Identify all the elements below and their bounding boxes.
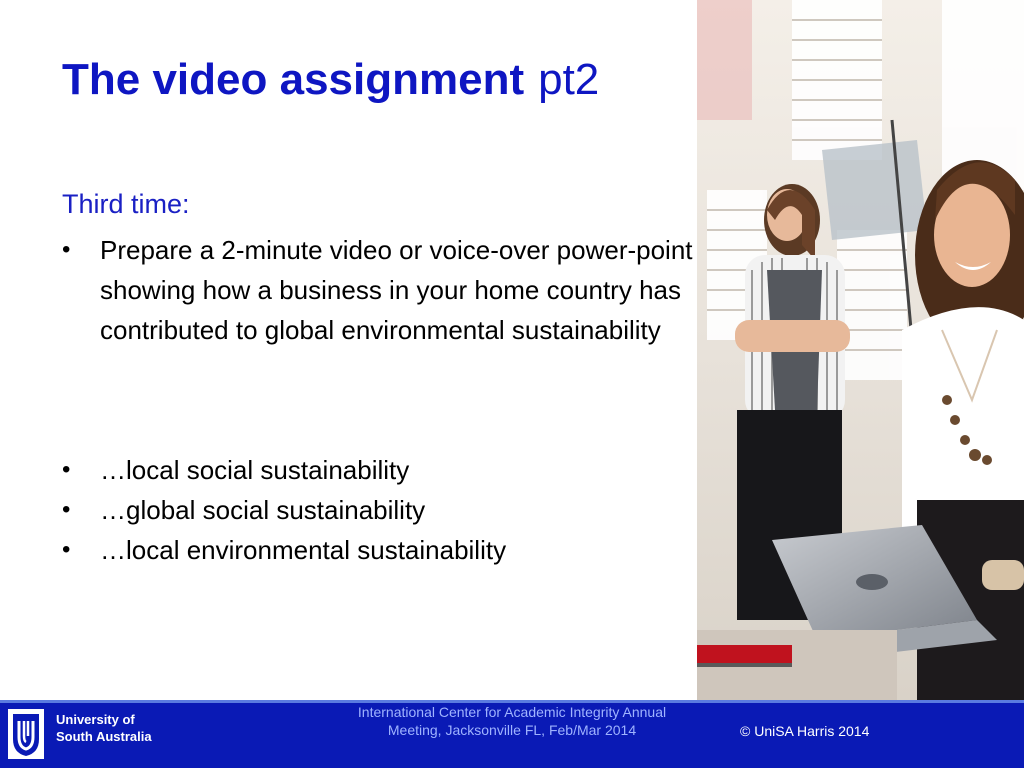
- bullet-text: …local environmental sustainability: [100, 535, 507, 565]
- bullet-text: Prepare a 2-minute video or voice-over p…: [100, 235, 693, 345]
- title-main: The video assignment: [62, 55, 525, 104]
- photo-illustration: [697, 0, 1024, 700]
- bullet-list-top: • Prepare a 2-minute video or voice-over…: [62, 230, 702, 350]
- university-line-1: University of: [56, 712, 135, 727]
- bullet-text: …global social sustainability: [100, 495, 426, 525]
- university-line-2: South Australia: [56, 729, 152, 744]
- students-with-laptop-photo: [697, 0, 1024, 700]
- copyright-text: © UniSA Harris 2014: [740, 723, 870, 739]
- bullet-glyph: •: [62, 536, 71, 563]
- slide: The video assignment pt2 Third time: • Pr…: [0, 0, 1024, 768]
- slide-body: Third time: • Prepare a 2-minute video o…: [62, 186, 702, 570]
- university-name: University of South Australia: [56, 711, 152, 745]
- bullet-text: …local social sustainability: [100, 455, 410, 485]
- bullet-item: • Prepare a 2-minute video or voice-over…: [62, 230, 702, 350]
- slide-title: The video assignment pt2: [62, 50, 599, 110]
- logo-graphic: [13, 714, 39, 756]
- bullet-item: • …local environmental sustainability: [62, 530, 702, 570]
- unisa-logo-icon: [8, 709, 44, 759]
- bullet-glyph: •: [62, 496, 71, 523]
- bullet-glyph: •: [62, 236, 71, 263]
- subheading: Third time:: [62, 189, 190, 219]
- bullet-list-bottom: • …local social sustainability • …global…: [62, 450, 702, 570]
- bullet-item: • …global social sustainability: [62, 490, 702, 530]
- conference-text: International Center for Academic Integr…: [357, 704, 667, 738]
- bullet-item: • …local social sustainability: [62, 450, 702, 490]
- bullet-glyph: •: [62, 456, 71, 483]
- title-suffix: pt2: [538, 55, 600, 104]
